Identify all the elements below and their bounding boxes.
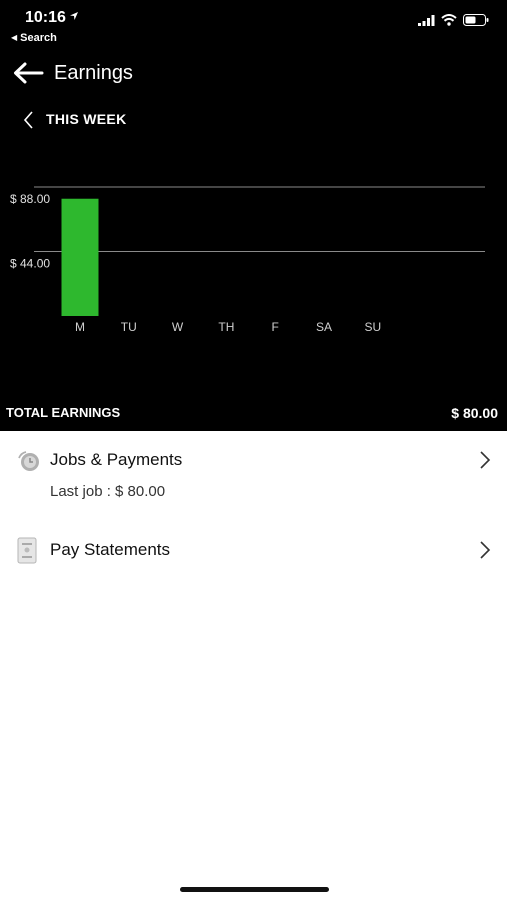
earnings-bar-chart: $ 88.00 $ 44.00 M TU W TH F SA SU [10,186,485,334]
history-clock-icon [18,451,39,471]
jobs-payments-row[interactable]: Jobs & Payments Last job : $ 80.00 [0,431,507,516]
x-tick-label-f: F [272,320,279,334]
x-tick-label-sa: SA [316,320,332,334]
x-tick-label-th: TH [218,320,234,334]
total-earnings-value: $ 80.00 [451,405,498,421]
y-tick-label: $ 88.00 [10,192,50,206]
chevron-right-icon [480,451,491,469]
x-tick-label-m: M [75,320,85,334]
x-tick-label-tu: TU [121,320,137,334]
home-indicator[interactable] [180,887,329,892]
earnings-header-panel: 10:16 ◀ Search Earnings THIS WEEK $ 88.00… [0,0,507,431]
pay-statements-row[interactable]: Pay Statements [0,526,507,576]
y-tick-label: $ 44.00 [10,257,50,271]
total-earnings-label: TOTAL EARNINGS [6,405,121,420]
x-tick-label-su: SU [364,320,381,334]
x-tick-label-w: W [172,320,184,334]
chevron-right-icon [480,541,491,559]
pay-statements-title: Pay Statements [50,540,171,559]
bar-m[interactable] [61,198,99,316]
jobs-payments-title: Jobs & Payments [50,450,183,469]
document-icon [17,537,37,564]
last-job-text: Last job : $ 80.00 [50,483,166,500]
